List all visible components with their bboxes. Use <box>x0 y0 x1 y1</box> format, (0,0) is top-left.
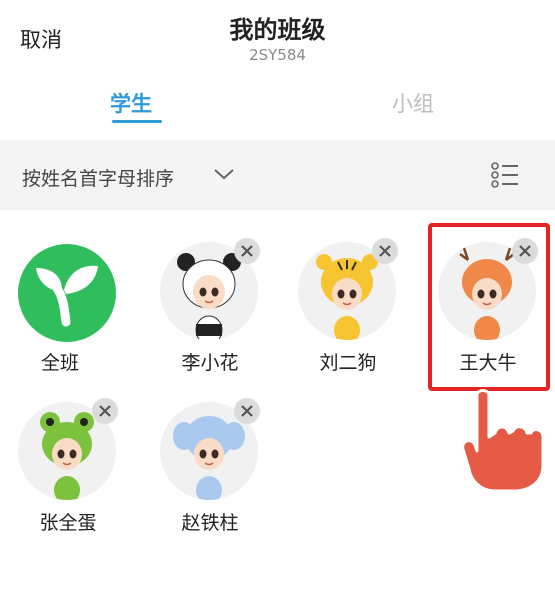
pointing-hand-icon <box>461 389 545 493</box>
student-card[interactable]: 李小花 <box>150 210 270 374</box>
tab-bar: 学生 小组 <box>0 84 555 130</box>
close-icon <box>241 245 253 257</box>
remove-student-button[interactable] <box>92 398 118 424</box>
student-card[interactable]: 刘二狗 <box>288 210 408 374</box>
header: 取消 我的班级 2SY584 <box>0 0 555 80</box>
tab-students[interactable]: 学生 <box>110 88 152 118</box>
sort-bar: 按姓名首字母排序 <box>0 140 555 210</box>
active-tab-indicator <box>112 120 162 123</box>
student-card[interactable]: 赵铁柱 <box>150 370 270 534</box>
close-icon <box>99 405 111 417</box>
student-card[interactable]: 张全蛋 <box>8 370 128 534</box>
remove-student-button[interactable] <box>372 238 398 264</box>
class-code: 2SY584 <box>249 46 306 64</box>
list-view-icon[interactable] <box>490 162 520 188</box>
tab-groups[interactable]: 小组 <box>392 88 434 118</box>
student-name: 张全蛋 <box>39 512 97 534</box>
chevron-down-icon[interactable] <box>212 166 236 182</box>
student-name: 刘二狗 <box>319 352 377 374</box>
sort-dropdown[interactable]: 按姓名首字母排序 <box>22 164 174 191</box>
selection-highlight <box>428 223 550 391</box>
page-title: 我的班级 <box>229 16 326 44</box>
close-icon <box>379 245 391 257</box>
student-card-all[interactable]: 全班 <box>8 210 128 374</box>
remove-student-button[interactable] <box>234 238 260 264</box>
student-name: 赵铁柱 <box>181 512 239 534</box>
sprout-icon <box>18 244 116 342</box>
close-icon <box>241 405 253 417</box>
remove-student-button[interactable] <box>234 398 260 424</box>
